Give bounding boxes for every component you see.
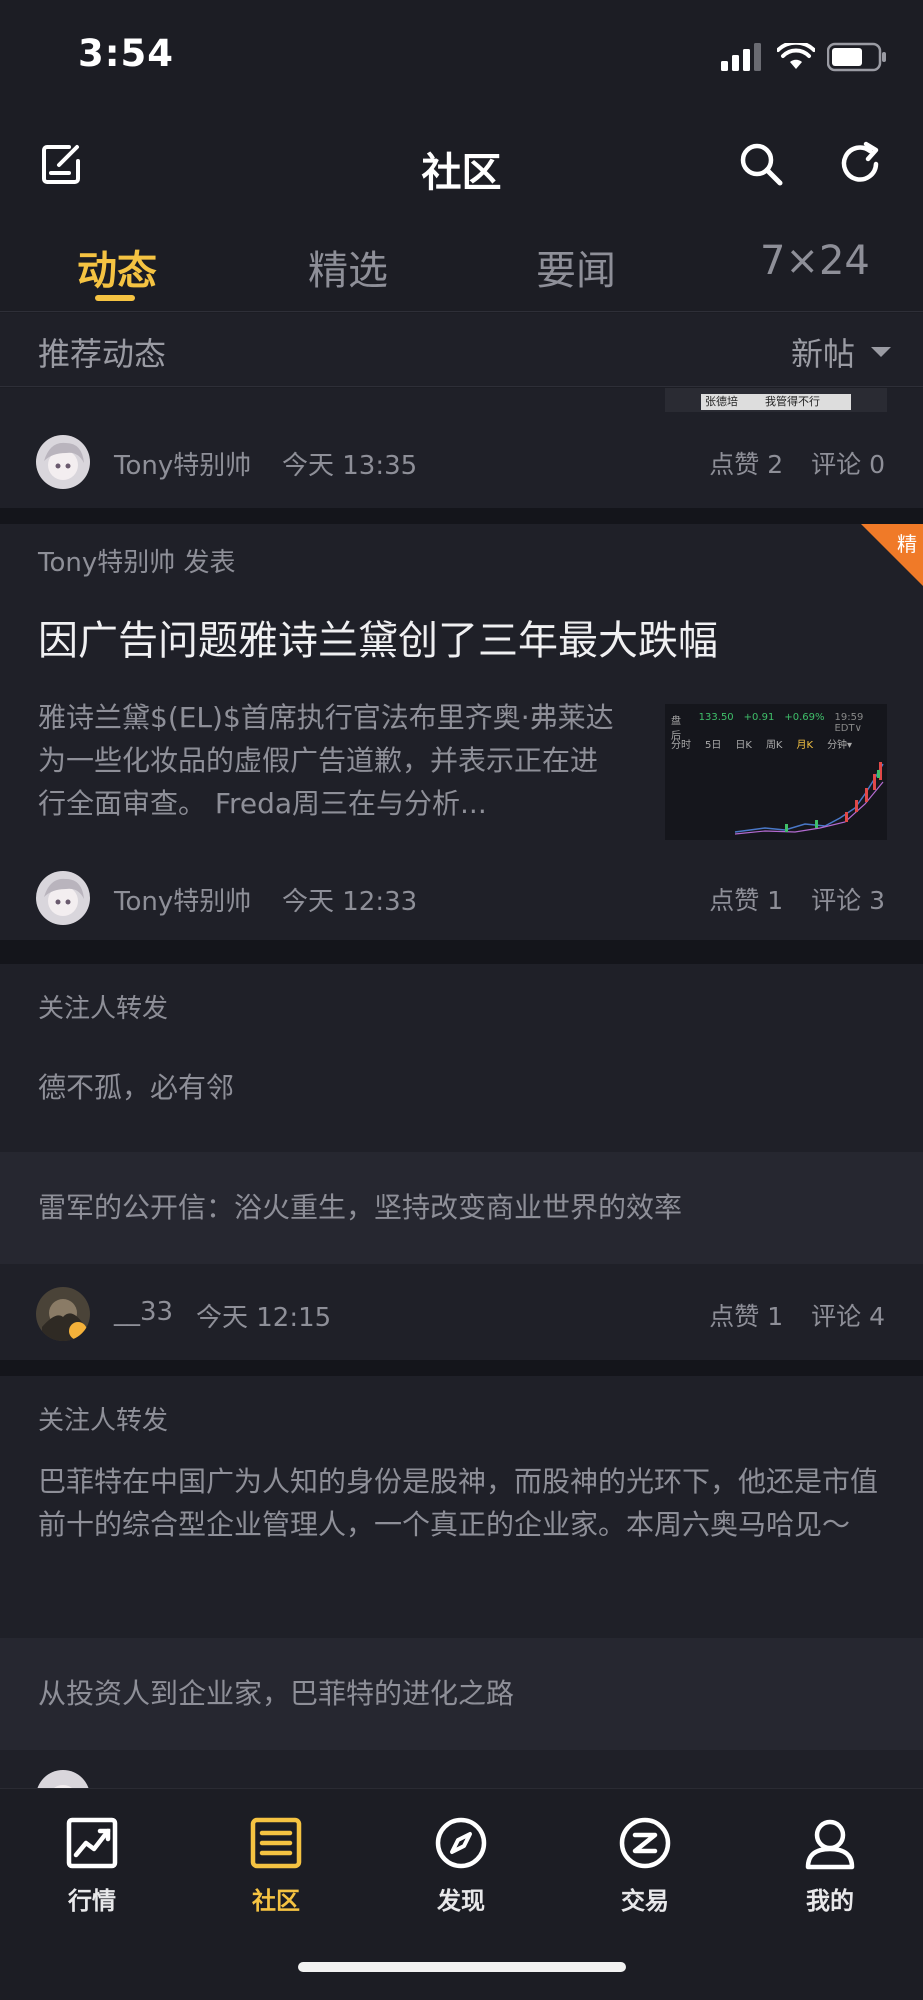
status-bar: 3:54 [0,0,923,110]
profile-icon [805,1819,855,1870]
post-excerpt[interactable]: 雅诗兰黛$(EL)$首席执行官法布里齐奥·弗莱达为一些化妆品的虚假广告道歉，并表… [38,696,618,825]
avatar[interactable] [36,435,90,489]
compass-icon [435,1817,487,1869]
avatar[interactable] [36,1287,90,1341]
post-card[interactable]: 张德培 我管得不行 Tony特别帅 今天 13:35 点赞 2 评论 0 [0,388,923,508]
nav-label: 我的 [806,1887,854,1915]
tab-news[interactable]: 要闻 [536,238,616,296]
feed[interactable]: 张德培 我管得不行 Tony特别帅 今天 13:35 点赞 2 评论 0 精 T… [0,388,923,1788]
post-stats: 点赞 2 评论 0 [709,445,885,481]
post-text[interactable]: 巴菲特在中国广为人知的身份是股神，而股神的光环下，他还是市值前十的综合型企业管理… [38,1460,898,1546]
nav-label: 社区 [252,1887,300,1915]
nav-label: 发现 [437,1887,485,1915]
post-title[interactable]: 因广告问题雅诗兰黛创了三年最大跌幅 [38,608,718,666]
active-tab-indicator [95,295,135,301]
post-meta: Tony特别帅 今天 12:33 点赞 1 评论 3 [0,871,923,941]
like-count[interactable]: 点赞 1 [709,881,783,917]
feed-filter-bar: 推荐动态 新帖 [0,313,923,387]
post-time: 今天 12:15 [196,1303,332,1333]
post-source-label: Tony特别帅 发表 [38,548,236,578]
post-time: 今天 12:33 [282,887,418,917]
tab-7x24[interactable]: 7×24 [760,238,870,284]
home-indicator [298,1962,626,1972]
nav-community[interactable]: 社区 [216,1815,336,1916]
top-tabs: 动态 精选 要闻 7×24 [0,220,923,312]
author-name[interactable]: Tony特别帅 [114,445,251,482]
comment-count[interactable]: 评论 3 [811,881,885,917]
chevron-down-icon [871,347,891,357]
quoted-article[interactable]: 雷军的公开信：浴火重生，坚持改变商业世界的效率 [0,1152,923,1264]
quoted-article[interactable]: 从投资人到企业家，巴菲特的进化之路 [0,1638,923,1750]
post-source-label: 关注人转发 [38,994,169,1024]
like-count[interactable]: 点赞 2 [709,445,783,481]
nav-profile[interactable]: 我的 [770,1815,890,1916]
thumbnail-chart [734,762,884,835]
author-name[interactable]: Tony特别帅 [114,881,251,918]
post-meta: __33 今天 12:15 点赞 1 评论 4 [0,1287,923,1357]
post-card[interactable]: 关注人转发 德不孤，必有邻 雷军的公开信：浴火重生，坚持改变商业世界的效率 __… [0,964,923,1360]
thumbnail-caption: 我管得不行 [765,395,820,408]
refresh-button[interactable] [830,134,890,194]
avatar[interactable] [36,1770,90,1788]
post-time: 今天 13:35 [282,451,418,481]
community-icon [250,1817,302,1869]
sort-label: 新帖 [790,335,855,373]
nav-label: 行情 [68,1887,116,1915]
post-thumbnail[interactable]: 盘后 133.50 +0.91 +0.69% 19:59 EDT∨ 分时 5日 … [665,704,887,840]
comment-count[interactable]: 评论 0 [811,445,885,481]
wifi-icon [777,43,815,69]
like-count[interactable]: 点赞 1 [709,1297,783,1333]
chart-icon [66,1817,118,1869]
app-header: 社区 [0,110,923,220]
post-source-label: 关注人转发 [38,1406,169,1436]
tab-featured[interactable]: 精选 [308,238,388,296]
post-stats: 点赞 1 评论 4 [709,1297,885,1333]
comment-count[interactable]: 评论 4 [811,1297,885,1333]
quoted-article-title: 从投资人到企业家，巴菲特的进化之路 [38,1677,515,1710]
refresh-icon [841,141,879,182]
thumbnail-caption: 张德培 [705,395,738,408]
nav-label: 交易 [621,1887,669,1915]
tab-dynamic[interactable]: 动态 [77,238,157,296]
signal-icon [721,43,761,71]
avatar[interactable] [36,871,90,925]
featured-badge-label: 精 [897,532,917,556]
status-icons [721,40,887,74]
post-thumbnail: 张德培 我管得不行 [665,388,887,412]
nav-market[interactable]: 行情 [32,1815,152,1916]
quoted-article-title: 雷军的公开信：浴火重生，坚持改变商业世界的效率 [38,1191,683,1224]
status-time: 3:54 [78,32,175,75]
search-button[interactable] [731,134,791,194]
post-stats: 点赞 1 评论 3 [709,881,885,917]
nav-discover[interactable]: 发现 [401,1815,521,1916]
post-card[interactable]: 精 Tony特别帅 发表 因广告问题雅诗兰黛创了三年最大跌幅 雅诗兰黛$(EL)… [0,524,923,940]
post-meta: Tony特别帅 今天 13:35 点赞 2 评论 0 [0,435,923,505]
feed-section-label: 推荐动态 [38,335,167,373]
trade-icon [619,1817,671,1869]
battery-icon [827,42,886,72]
search-icon [740,143,783,186]
nav-trade[interactable]: 交易 [585,1815,705,1916]
sort-dropdown[interactable]: 新帖 [791,329,891,375]
post-text[interactable]: 德不孤，必有邻 [38,1066,888,1109]
post-card[interactable]: 关注人转发 巴菲特在中国广为人知的身份是股神，而股神的光环下，他还是市值前十的综… [0,1376,923,1788]
author-name[interactable]: __33 [114,1297,173,1327]
